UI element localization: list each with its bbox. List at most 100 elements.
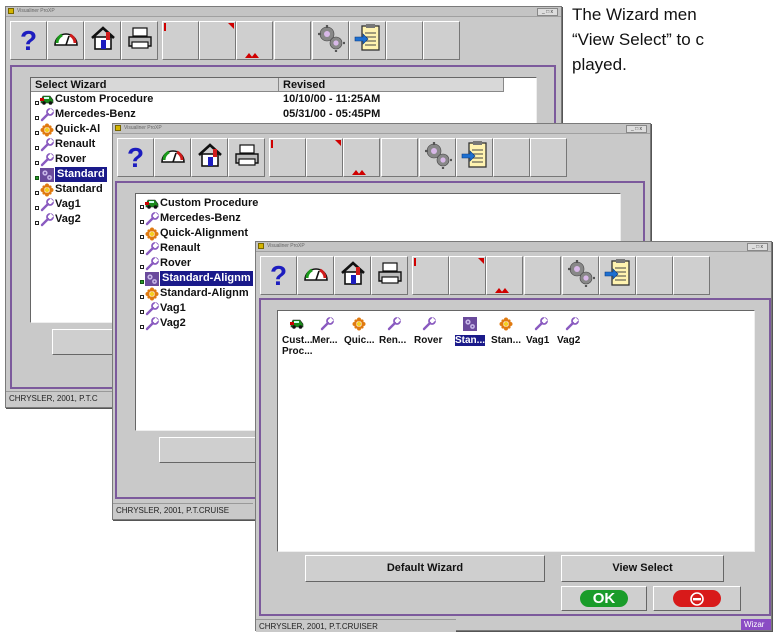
gears-button[interactable] xyxy=(312,21,349,60)
list-item[interactable]: Vag2 xyxy=(140,316,186,331)
wrench-icon xyxy=(40,138,54,152)
gauge-icon xyxy=(160,144,186,171)
list-item[interactable]: Standard xyxy=(35,182,103,197)
list-item[interactable]: Mercedes-Benz xyxy=(35,107,136,122)
red-marker-icon xyxy=(244,53,253,58)
toolbar-slot[interactable] xyxy=(343,138,380,177)
column-header-wizard[interactable]: Select Wizard xyxy=(31,78,279,92)
window-controls[interactable]: _ □ x xyxy=(747,243,768,251)
home-icon xyxy=(339,260,367,291)
clipboard-arrow-button[interactable] xyxy=(349,21,386,60)
home-icon xyxy=(89,25,117,56)
app-icon xyxy=(115,125,121,131)
wizard-name: Standard-Alignm xyxy=(160,271,253,286)
view-select-label: View Select xyxy=(612,562,673,574)
home-button[interactable] xyxy=(334,256,371,295)
list-item[interactable]: Quick-Alignment xyxy=(140,226,248,241)
list-item[interactable]: Renault xyxy=(35,137,95,152)
view-select-button[interactable]: View Select xyxy=(561,555,724,582)
home-button[interactable] xyxy=(191,138,228,177)
tree-node-box xyxy=(140,234,144,239)
gauge-button[interactable] xyxy=(47,21,84,60)
list-item[interactable]: Rover xyxy=(35,152,86,167)
toolbar: ? xyxy=(256,252,771,298)
list-item[interactable]: Mercedes-Benz xyxy=(140,211,241,226)
window-controls[interactable]: _ □ x xyxy=(626,125,647,133)
printer-button[interactable] xyxy=(121,21,158,60)
toolbar-slot[interactable] xyxy=(412,256,449,295)
gauge-icon xyxy=(303,262,329,289)
list-item[interactable]: Quick-Al xyxy=(35,122,100,137)
gears-button[interactable] xyxy=(562,256,599,295)
default-wizard-label: Default Wizard xyxy=(386,562,464,574)
cancel-button[interactable] xyxy=(653,586,741,611)
caption-line-1: The Wizard men xyxy=(572,5,697,24)
list-item[interactable]: Vag1 xyxy=(140,301,186,316)
toolbar-slot[interactable] xyxy=(423,21,460,60)
wizard-name: Custom Procedure xyxy=(55,93,154,105)
list-item[interactable]: Standard-Alignm xyxy=(140,286,249,301)
wizard-icon-view[interactable]: Cust... Proc... Mer... Quic... Ren... Rover St… xyxy=(277,310,755,552)
tree-node-box xyxy=(35,130,39,135)
default-wizard-button[interactable]: Default Wizard xyxy=(305,555,545,582)
home-button[interactable] xyxy=(84,21,121,60)
gauge-icon xyxy=(53,27,79,54)
gear-flower-icon xyxy=(40,183,54,197)
list-item[interactable]: Standard-Alignm xyxy=(140,271,253,286)
ok-button[interactable]: OK xyxy=(561,586,647,611)
list-item[interactable]: Rover xyxy=(140,256,191,271)
gauge-button[interactable] xyxy=(154,138,191,177)
help-button[interactable]: ? xyxy=(117,138,154,177)
window-title: Visualiner ProXP xyxy=(17,8,55,14)
window-controls[interactable]: _ □ x xyxy=(537,8,558,16)
icon-view-item[interactable]: Rover xyxy=(414,317,458,346)
toolbar-slot[interactable] xyxy=(449,256,486,295)
gauge-button[interactable] xyxy=(297,256,334,295)
toolbar-slot[interactable] xyxy=(381,138,418,177)
toolbar-slot[interactable] xyxy=(162,21,199,60)
clipboard-arrow-icon xyxy=(354,23,382,58)
list-item[interactable]: Standard xyxy=(35,167,107,182)
icon-view-item[interactable]: Vag2 xyxy=(557,317,601,346)
clipboard-arrow-icon xyxy=(461,140,489,175)
toolbar-slot[interactable] xyxy=(236,21,273,60)
home-icon xyxy=(196,142,224,173)
toolbar-slot[interactable] xyxy=(274,21,311,60)
toolbar-slot[interactable] xyxy=(636,256,673,295)
wizard-name: Vag1 xyxy=(160,302,186,314)
wrench-icon xyxy=(387,317,403,333)
gears-button[interactable] xyxy=(419,138,456,177)
toolbar-slot[interactable] xyxy=(386,21,423,60)
wrench-icon xyxy=(565,317,581,333)
toolbar-slot[interactable] xyxy=(524,256,561,295)
toolbar-slot[interactable] xyxy=(306,138,343,177)
car-icon xyxy=(145,197,159,210)
toolbar-slot[interactable] xyxy=(269,138,306,177)
toolbar-slot[interactable] xyxy=(486,256,523,295)
help-icon: ? xyxy=(126,141,145,173)
toolbar-slot[interactable] xyxy=(673,256,710,295)
printer-button[interactable] xyxy=(228,138,265,177)
help-button[interactable]: ? xyxy=(260,256,297,295)
ok-pill: OK xyxy=(580,590,628,607)
toolbar-slot[interactable] xyxy=(493,138,530,177)
item-label: Stan... xyxy=(455,335,486,346)
help-button[interactable]: ? xyxy=(10,21,47,60)
clipboard-arrow-button[interactable] xyxy=(599,256,636,295)
list-item[interactable]: Custom Procedure xyxy=(35,92,153,107)
toolbar-slot[interactable] xyxy=(199,21,236,60)
toolbar-slot[interactable] xyxy=(530,138,567,177)
wrench-icon xyxy=(145,317,159,331)
list-item[interactable]: Vag2 xyxy=(35,212,81,227)
clipboard-arrow-button[interactable] xyxy=(456,138,493,177)
tree-node-box xyxy=(140,204,144,209)
wizard-name: Rover xyxy=(160,257,192,269)
list-item[interactable]: Vag1 xyxy=(35,197,81,212)
list-item[interactable]: Renault xyxy=(140,241,200,256)
wizard-name: Vag2 xyxy=(160,317,186,329)
item-label: Stan... xyxy=(491,335,522,346)
printer-button[interactable] xyxy=(371,256,408,295)
toolbar: ? xyxy=(6,17,561,63)
list-item[interactable]: Custom Procedure xyxy=(140,196,258,211)
column-header-revised[interactable]: Revised xyxy=(279,78,504,92)
